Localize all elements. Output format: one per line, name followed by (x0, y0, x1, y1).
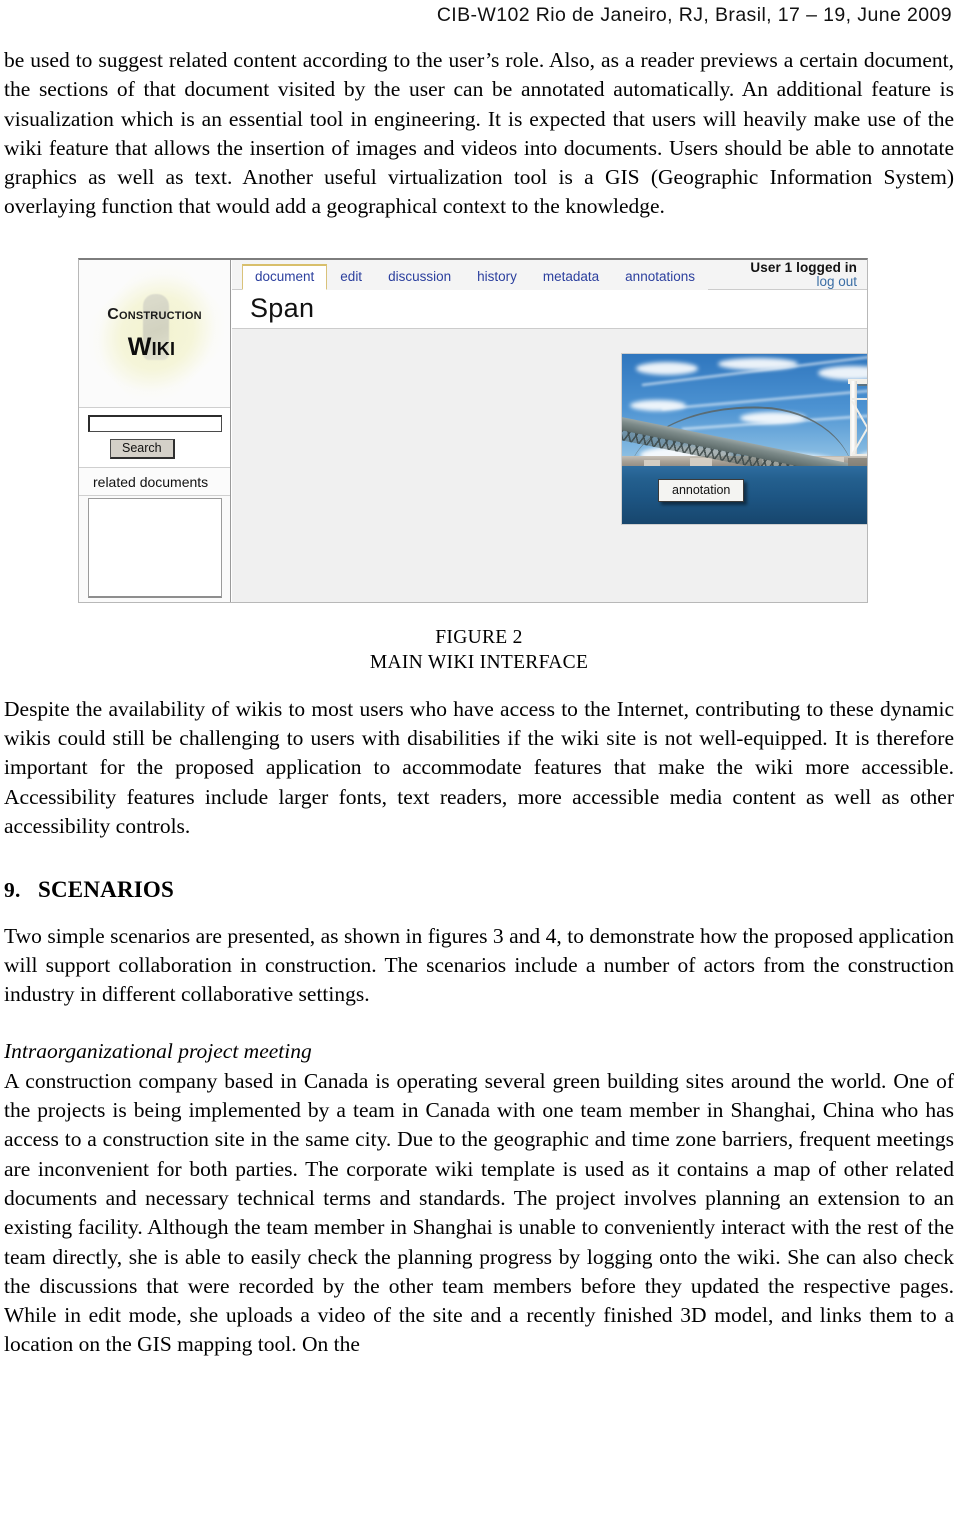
tab-annotations[interactable]: annotations (612, 264, 708, 290)
tab-discussion[interactable]: discussion (375, 264, 465, 290)
figure-caption-line-1: FIGURE 2 (435, 626, 523, 648)
paragraph-continuation: be used to suggest related content accor… (4, 48, 954, 219)
logo-line-construction: Construction (107, 305, 202, 323)
paragraph-scenario-one: A construction company based in Canada i… (4, 1068, 954, 1357)
logo-line-wiki: Wiki (127, 332, 176, 361)
document-title-bar: Span (232, 289, 867, 330)
wiki-sidebar: Construction Wiki Search related documen… (79, 259, 231, 602)
document-body: annotation (232, 329, 867, 580)
tab-metadata[interactable]: metadata (529, 264, 613, 290)
wiki-main-pane: document edit discussion history metadat… (232, 259, 867, 602)
tab-edit[interactable]: edit (327, 264, 376, 290)
running-head-text: CIB-W102 Rio de Janeiro, RJ, Brasil, 17 … (436, 4, 952, 26)
bridge-photo[interactable]: annotation (621, 353, 867, 526)
paragraph-accessibility: Despite the availability of wikis to mos… (4, 696, 954, 838)
search-button[interactable]: Search (110, 438, 175, 459)
annotation-callout[interactable]: annotation (658, 479, 745, 503)
section-heading-scenarios: 9. SCENARIOS (4, 875, 954, 905)
subheading-intraorganizational: Intraorganizational project meeting (4, 1039, 312, 1064)
section-number: 9. (4, 878, 21, 903)
user-session-box: User 1 logged in log out (750, 259, 857, 289)
page-content: be used to suggest related content accor… (0, 46, 960, 1360)
tab-bar: document edit discussion history metadat… (232, 259, 867, 290)
paragraph-scenarios-intro: Two simple scenarios are presented, as s… (4, 923, 954, 1007)
related-documents-label: related documents (79, 467, 230, 496)
tab-document[interactable]: document (242, 263, 328, 290)
document-title: Span (250, 292, 315, 323)
user-status-label: User 1 logged in (750, 259, 857, 275)
tower-cross-beam (852, 398, 867, 401)
figure-caption-line-2: MAIN WIKI INTERFACE (369, 651, 589, 673)
running-header: CIB-W102 Rio de Janeiro, RJ, Brasil, 17 … (0, 0, 960, 46)
search-input[interactable] (88, 414, 222, 432)
related-documents-panel[interactable] (88, 497, 222, 598)
logo-text: Construction Wiki (79, 260, 230, 407)
wiki-interface-screenshot: Construction Wiki Search related documen… (78, 257, 868, 603)
section-title: SCENARIOS (38, 877, 175, 903)
search-panel: Search (79, 407, 230, 468)
figure-2: Construction Wiki Search related documen… (4, 257, 954, 675)
logout-link[interactable]: log out (750, 274, 857, 289)
wiki-logo[interactable]: Construction Wiki (79, 259, 230, 408)
figure-caption: FIGURE 2 MAIN WIKI INTERFACE (4, 625, 954, 675)
tab-list: document edit discussion history metadat… (242, 263, 708, 290)
tab-history[interactable]: history (464, 264, 530, 290)
